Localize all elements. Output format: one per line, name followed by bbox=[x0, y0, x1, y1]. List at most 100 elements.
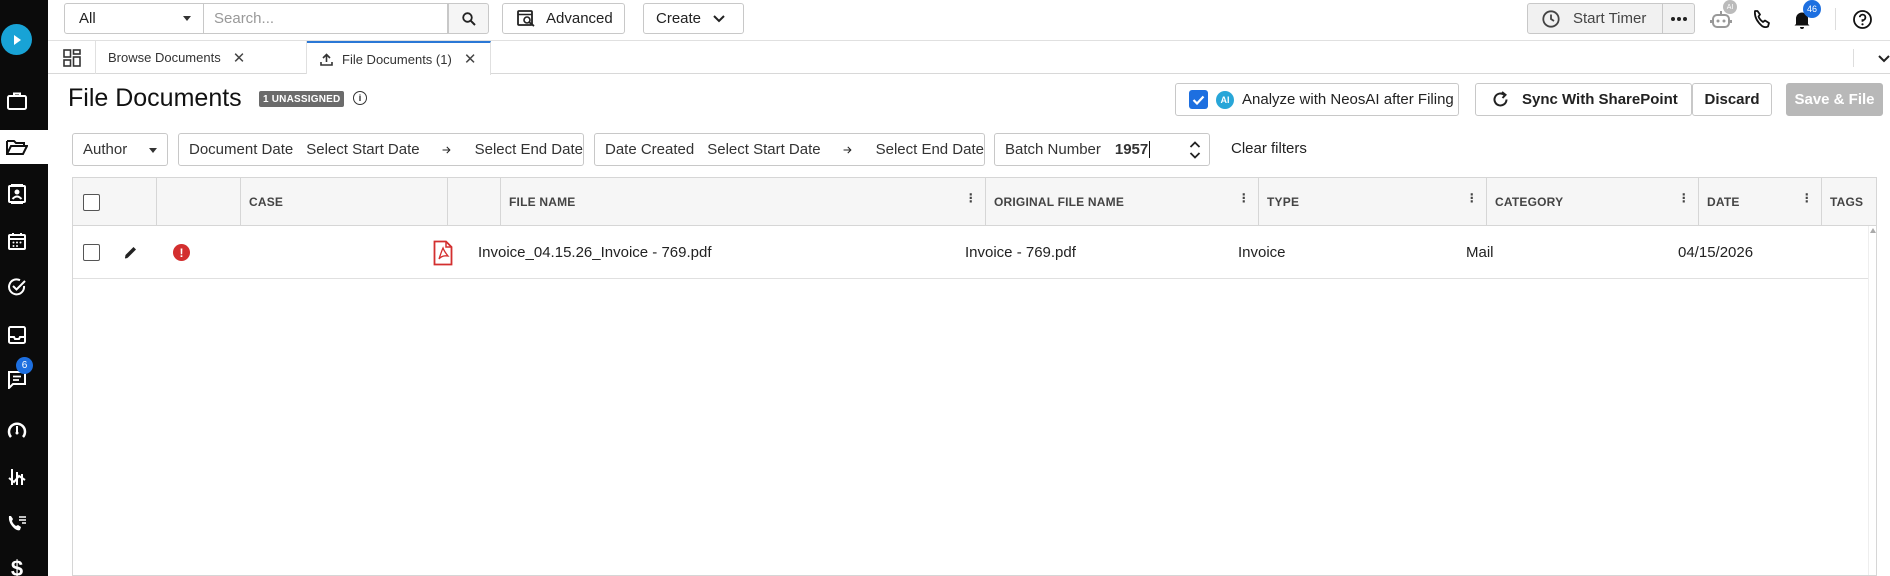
tabs-overview-button[interactable] bbox=[48, 41, 96, 74]
column-header-type[interactable]: TYPE ⋮ bbox=[1259, 178, 1487, 226]
edit-button[interactable] bbox=[123, 226, 138, 279]
column-header-case[interactable]: CASE bbox=[241, 178, 448, 226]
folder-open-icon[interactable] bbox=[0, 130, 48, 164]
briefcase-icon[interactable] bbox=[0, 84, 34, 118]
column-header-date[interactable]: DATE ⋮ bbox=[1699, 178, 1822, 226]
date-created-label: Date Created bbox=[605, 141, 695, 158]
divider bbox=[1853, 49, 1854, 67]
ai-assistant-button[interactable]: AI bbox=[1706, 0, 1737, 34]
scope-select[interactable]: All bbox=[64, 3, 204, 34]
tabs-menu-button[interactable] bbox=[1878, 50, 1890, 67]
table-header: CASE FILE NAME ⋮ ORIGINAL FILE NAME ⋮ TYPE… bbox=[73, 178, 1876, 226]
vertical-scrollbar[interactable] bbox=[1868, 226, 1876, 575]
page-title: File Documents bbox=[68, 84, 242, 112]
contacts-icon[interactable] bbox=[0, 177, 34, 211]
error-icon: ! bbox=[173, 244, 190, 261]
create-label: Create bbox=[656, 10, 702, 27]
play-logo-icon[interactable] bbox=[1, 24, 32, 55]
notifications-button[interactable]: 46 bbox=[1787, 0, 1821, 34]
document-date-end[interactable]: Select End Date bbox=[475, 141, 583, 158]
more-horizontal-icon bbox=[1670, 16, 1687, 21]
document-date-start[interactable]: Select Start Date bbox=[306, 141, 419, 158]
phone-icon bbox=[1753, 10, 1770, 28]
column-header-original-file-name[interactable]: ORIGINAL FILE NAME ⋮ bbox=[986, 178, 1259, 226]
timer-more-button[interactable] bbox=[1662, 3, 1695, 34]
author-filter[interactable]: Author bbox=[72, 133, 168, 166]
chevron-down-icon bbox=[713, 14, 725, 22]
column-menu-icon[interactable]: ⋮ bbox=[1801, 192, 1813, 204]
left-rail: 6 $ bbox=[0, 0, 48, 576]
advanced-search-icon bbox=[517, 10, 535, 27]
tab-label: File Documents (1) bbox=[342, 51, 452, 67]
create-button[interactable]: Create bbox=[643, 3, 744, 34]
tab-browse-documents[interactable]: Browse Documents ✕ bbox=[96, 41, 307, 74]
info-icon[interactable]: i bbox=[353, 91, 367, 105]
phone-button[interactable] bbox=[1747, 4, 1777, 34]
ai-badge: AI bbox=[1723, 0, 1737, 14]
file-name-cell[interactable]: Invoice_04.15.26_Invoice - 769.pdf bbox=[478, 226, 712, 279]
scope-select-value: All bbox=[79, 10, 96, 27]
advanced-search-button[interactable]: Advanced bbox=[502, 3, 625, 34]
analyze-neosai-toggle[interactable]: AI Analyze with NeosAI after Filing bbox=[1175, 83, 1459, 116]
pencil-icon bbox=[124, 247, 136, 259]
tab-bar: Browse Documents ✕ File Documents (1) ✕ bbox=[48, 41, 1890, 75]
unassigned-badge: 1 UNASSIGNED bbox=[259, 91, 345, 107]
pdf-file-icon[interactable] bbox=[433, 226, 453, 279]
row-select-cell bbox=[83, 226, 100, 279]
column-menu-icon[interactable]: ⋮ bbox=[1678, 192, 1690, 204]
column-menu-icon[interactable]: ⋮ bbox=[1466, 192, 1478, 204]
phone-list-icon[interactable] bbox=[0, 506, 34, 540]
billing-dollar-icon[interactable]: $ bbox=[0, 552, 34, 576]
column-menu-icon[interactable]: ⋮ bbox=[1238, 192, 1250, 204]
help-button[interactable] bbox=[1847, 4, 1877, 34]
sync-sharepoint-button[interactable]: Sync With SharePoint bbox=[1475, 83, 1692, 116]
upload-icon bbox=[320, 52, 333, 66]
task-check-icon[interactable] bbox=[0, 270, 34, 304]
help-icon bbox=[1852, 9, 1872, 29]
column-header-category[interactable]: CATEGORY ⋮ bbox=[1487, 178, 1699, 226]
batch-number-input[interactable]: 1957 bbox=[1115, 141, 1151, 158]
analytics-icon[interactable] bbox=[0, 460, 34, 494]
calendar-icon[interactable] bbox=[0, 224, 34, 258]
error-status[interactable]: ! bbox=[173, 226, 190, 279]
scroll-up-icon[interactable] bbox=[1870, 228, 1876, 233]
caret-down-icon bbox=[149, 148, 157, 153]
table-row[interactable]: ! Invoice_04.15.26_Invoice - 769.pdf Inv… bbox=[73, 226, 1868, 279]
inbox-icon[interactable] bbox=[0, 318, 34, 352]
close-icon[interactable]: ✕ bbox=[464, 50, 477, 68]
row-checkbox[interactable] bbox=[83, 244, 100, 261]
check-icon bbox=[1192, 95, 1205, 105]
column-menu-icon[interactable]: ⋮ bbox=[965, 192, 977, 204]
start-timer-button[interactable]: Start Timer bbox=[1527, 3, 1663, 34]
clock-icon bbox=[1542, 9, 1560, 28]
batch-number-label: Batch Number bbox=[1005, 141, 1101, 158]
date-cell[interactable]: 04/15/2026 bbox=[1678, 226, 1753, 279]
search-button[interactable] bbox=[448, 3, 489, 34]
case-cell[interactable] bbox=[249, 226, 439, 279]
close-icon[interactable]: ✕ bbox=[233, 49, 246, 67]
clear-filters-link[interactable]: Clear filters bbox=[1231, 140, 1307, 157]
column-header-file-name[interactable]: FILE NAME ⋮ bbox=[501, 178, 986, 226]
column-header-tags[interactable]: TAGS bbox=[1822, 178, 1876, 226]
refresh-icon bbox=[1493, 91, 1508, 107]
type-cell[interactable]: Invoice bbox=[1238, 226, 1286, 279]
arrow-right-icon bbox=[843, 146, 852, 153]
tab-file-documents[interactable]: File Documents (1) ✕ bbox=[307, 41, 491, 75]
save-and-file-button[interactable]: Save & File bbox=[1786, 83, 1883, 116]
app-root: 6 $ All Search... Advanced Create Start … bbox=[0, 0, 1890, 576]
date-created-start[interactable]: Select Start Date bbox=[707, 141, 820, 158]
stepper-icon[interactable] bbox=[1189, 140, 1201, 160]
messages-icon[interactable]: 6 bbox=[0, 357, 34, 397]
search-input[interactable]: Search... bbox=[204, 3, 448, 34]
checkbox-checked[interactable] bbox=[1189, 90, 1208, 109]
analyze-label: Analyze with NeosAI after Filing bbox=[1242, 91, 1454, 108]
date-created-end[interactable]: Select End Date bbox=[876, 141, 984, 158]
document-date-filter[interactable]: Document Date Select Start Date Select E… bbox=[178, 133, 584, 166]
batch-number-filter[interactable]: Batch Number 1957 bbox=[994, 133, 1210, 166]
date-created-filter[interactable]: Date Created Select Start Date Select En… bbox=[594, 133, 985, 166]
gauge-icon[interactable] bbox=[0, 413, 34, 447]
select-all-checkbox[interactable] bbox=[83, 193, 100, 211]
category-cell[interactable]: Mail bbox=[1466, 226, 1494, 279]
discard-button[interactable]: Discard bbox=[1692, 83, 1772, 116]
select-all-column bbox=[73, 178, 157, 226]
